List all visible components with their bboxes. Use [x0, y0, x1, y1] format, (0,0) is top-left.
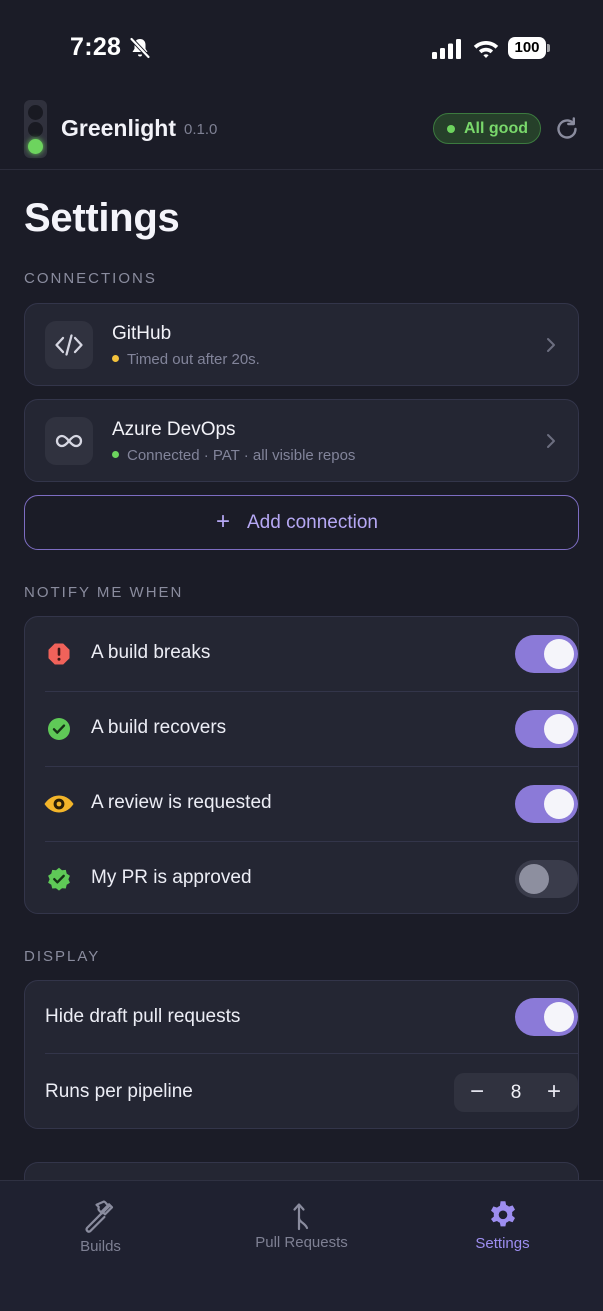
- merge-icon: [292, 1203, 308, 1231]
- notify-label: A review is requested: [91, 792, 272, 813]
- status-badge-label: All good: [464, 120, 528, 137]
- add-connection-button[interactable]: + Add connection: [24, 495, 579, 550]
- cellular-signal-icon: [432, 39, 461, 59]
- status-time: 7:28: [70, 33, 122, 61]
- eye-icon: [44, 795, 74, 813]
- tab-label: Builds: [80, 1238, 121, 1255]
- section-label-display: DISPLAY: [24, 948, 101, 965]
- toggle-review-requested[interactable]: [515, 785, 578, 823]
- tab-pull-requests[interactable]: Pull Requests: [201, 1181, 402, 1271]
- tab-label: Settings: [475, 1235, 530, 1252]
- connection-card-azure-devops[interactable]: Azure DevOps Connected · PAT · all visib…: [24, 399, 579, 482]
- page-title: Settings: [24, 196, 180, 240]
- connection-status-text: Timed out after 20s.: [127, 351, 260, 368]
- infinity-icon: [45, 417, 93, 465]
- notify-label: A build recovers: [91, 717, 227, 738]
- runs-value: 8: [510, 1082, 522, 1103]
- section-label-connections: CONNECTIONS: [24, 270, 157, 287]
- connection-status-text: Connected · PAT · all visible repos: [127, 447, 356, 464]
- status-dot: [447, 125, 455, 133]
- hide-drafts-label: Hide draft pull requests: [45, 1006, 241, 1027]
- traffic-light-logo-icon: [24, 100, 47, 158]
- connection-card-github[interactable]: GitHub Timed out after 20s.: [24, 303, 579, 386]
- runs-per-pipeline-label: Runs per pipeline: [45, 1081, 193, 1102]
- status-bar: 7:28 100: [0, 0, 603, 96]
- notify-card: A build breaks A build recovers A review…: [24, 616, 579, 914]
- toggle-pr-approved[interactable]: [515, 860, 578, 898]
- display-row-hide-drafts: Hide draft pull requests: [45, 981, 578, 1054]
- toggle-hide-drafts[interactable]: [515, 998, 578, 1036]
- tab-builds[interactable]: Builds: [0, 1181, 201, 1271]
- section-label-notify: NOTIFY ME WHEN: [24, 584, 184, 601]
- tab-label: Pull Requests: [255, 1234, 348, 1251]
- bell-muted-icon: [130, 37, 150, 59]
- runs-stepper: − 8 +: [454, 1073, 578, 1112]
- notify-label: My PR is approved: [91, 867, 252, 888]
- battery-icon: 100: [508, 37, 550, 59]
- add-connection-label: Add connection: [247, 512, 378, 533]
- app-version: 0.1.0: [184, 121, 218, 138]
- tab-settings[interactable]: Settings: [402, 1181, 603, 1271]
- display-row-runs-per-pipeline: Runs per pipeline − 8 +: [45, 1054, 578, 1129]
- notify-row-review-requested: A review is requested: [44, 767, 578, 842]
- connection-status: Timed out after 20s.: [112, 351, 260, 368]
- chevron-right-icon: [547, 338, 555, 352]
- toggle-build-breaks[interactable]: [515, 635, 578, 673]
- notify-row-build-recovers: A build recovers: [45, 692, 578, 767]
- chevron-right-icon: [547, 434, 555, 448]
- plus-icon: +: [216, 508, 231, 535]
- code-icon: [45, 321, 93, 369]
- connection-name: Azure DevOps: [112, 419, 236, 440]
- error-octagon-icon: [48, 643, 70, 665]
- status-dot: [112, 450, 119, 458]
- display-card: Hide draft pull requests Runs per pipeli…: [24, 980, 579, 1129]
- battery-level: 100: [508, 37, 546, 59]
- tab-bar: Builds Pull Requests Settings: [0, 1180, 603, 1311]
- gear-icon: [490, 1201, 515, 1227]
- status-badge[interactable]: All good: [433, 113, 541, 144]
- app-name: Greenlight: [61, 115, 177, 141]
- connection-name: GitHub: [112, 323, 172, 344]
- refresh-icon[interactable]: [554, 116, 580, 142]
- hammer-icon: [85, 1200, 113, 1233]
- status-dot: [112, 354, 119, 362]
- notify-label: A build breaks: [91, 642, 211, 663]
- increment-button[interactable]: +: [543, 1078, 565, 1106]
- app-header: Greenlight 0.1.0 All good: [0, 96, 603, 170]
- check-circle-icon: [48, 718, 70, 740]
- notify-row-pr-approved: My PR is approved: [45, 842, 578, 917]
- connection-status: Connected · PAT · all visible repos: [112, 447, 355, 464]
- wifi-icon: [473, 41, 499, 58]
- decrement-button[interactable]: −: [466, 1078, 488, 1106]
- verified-badge-icon: [48, 867, 70, 891]
- toggle-build-recovers[interactable]: [515, 710, 578, 748]
- notify-row-build-breaks: A build breaks: [45, 617, 578, 692]
